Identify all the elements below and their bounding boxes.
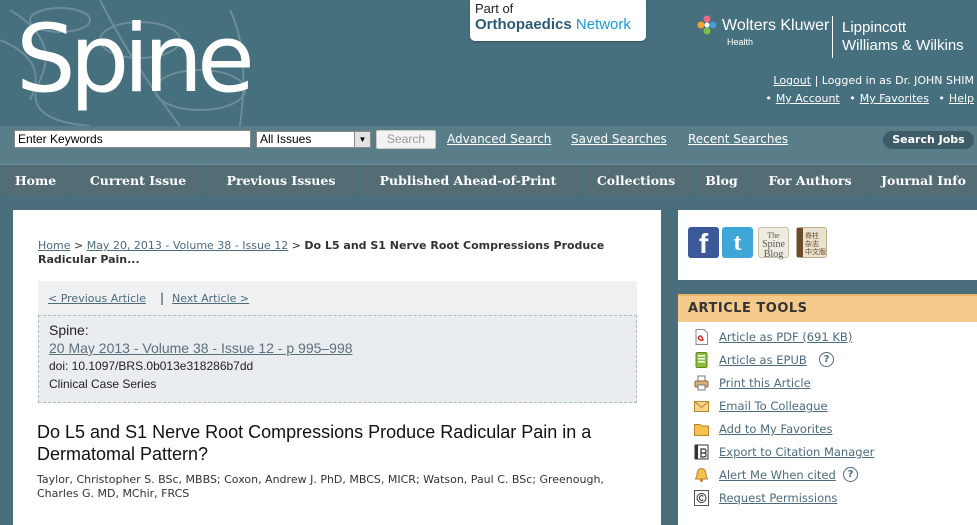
breadcrumb-issue-link[interactable]: May 20, 2013 - Volume 38 - Issue 12 <box>87 239 289 252</box>
main-nav: Home Current Issue Previous Issues Publi… <box>0 164 977 197</box>
tool-label[interactable]: Add to My Favorites <box>719 422 832 436</box>
keyword-search-input[interactable] <box>14 130 251 148</box>
nav-current-issue[interactable]: Current Issue <box>71 165 205 196</box>
chinese-line-2: 杂志 <box>805 240 819 248</box>
recent-searches-link[interactable]: Recent Searches <box>688 132 788 146</box>
tool-request-permissions[interactable]: Request Permissions <box>694 489 964 507</box>
tool-print[interactable]: Print this Article <box>694 374 964 392</box>
nav-published-ahead-of-print[interactable]: Published Ahead-of-Print <box>357 165 579 196</box>
breadcrumb-home-link[interactable]: Home <box>38 239 70 252</box>
bell-icon <box>694 467 709 482</box>
citation-journal: Spine: <box>49 322 89 338</box>
site-header: Spine Part of Orthopaedics Network Wolte… <box>0 0 977 126</box>
help-link[interactable]: Help <box>949 92 974 105</box>
wolters-kluwer-logo-icon <box>697 15 717 35</box>
article-title: Do L5 and S1 Nerve Root Compressions Pro… <box>37 422 592 464</box>
saved-searches-link[interactable]: Saved Searches <box>571 132 667 146</box>
bullet: • <box>938 92 945 105</box>
network-name: Orthopaedics Network <box>475 16 641 34</box>
network-name-bold: Orthopaedics <box>475 16 572 33</box>
tool-label[interactable]: Article as PDF (691 KB) <box>719 330 852 344</box>
network-name-light: Network <box>571 16 631 33</box>
spine-blog-icon[interactable]: The Spine Blog <box>758 227 789 260</box>
chinese-line-3: 中文版 <box>805 248 826 256</box>
breadcrumb-separator: > <box>73 239 84 252</box>
next-article-link[interactable]: Next Article > <box>172 292 249 305</box>
article-panel: Home > May 20, 2013 - Volume 38 - Issue … <box>13 210 661 525</box>
chinese-edition-label: 脊柱 杂志 中文版 <box>805 232 826 256</box>
breadcrumb-separator: > <box>291 239 301 252</box>
pager-divider: | <box>160 291 165 305</box>
logout-link[interactable]: Logout <box>773 74 811 87</box>
bullet: • <box>765 92 772 105</box>
article-pager: < Previous Article | Next Article > <box>38 281 637 315</box>
advanced-search-link[interactable]: Advanced Search <box>447 132 551 146</box>
chinese-edition-icon[interactable]: 脊柱 杂志 中文版 <box>796 227 827 258</box>
search-jobs-button[interactable]: Search Jobs <box>883 131 974 149</box>
article-tools-panel: ARTICLE TOOLS Article as PDF (691 KB) Ar… <box>678 294 977 525</box>
citation-issue-link[interactable]: 20 May 2013 - Volume 38 - Issue 12 - p 9… <box>49 340 353 356</box>
copyright-icon <box>694 490 709 506</box>
citation-doi: doi: 10.1097/BRS.0b013e318286b7dd <box>49 359 254 373</box>
breadcrumb: Home > May 20, 2013 - Volume 38 - Issue … <box>38 239 638 267</box>
nav-journal-info[interactable]: Journal Info <box>870 165 977 196</box>
bullet: • <box>849 92 856 105</box>
folder-icon <box>694 424 709 436</box>
email-icon <box>694 401 709 412</box>
article-authors: Taylor, Christopher S. BSc, MBBS; Coxon,… <box>37 473 604 500</box>
chinese-edition-spine <box>797 228 803 257</box>
tool-article-pdf[interactable]: Article as PDF (691 KB) <box>694 328 964 346</box>
chinese-line-1: 脊柱 <box>805 232 819 240</box>
publisher-divider <box>832 16 833 58</box>
search-bar: All Issues ▼ Search Advanced Search Save… <box>0 126 977 164</box>
tool-label[interactable]: Export to Citation Manager <box>719 445 874 459</box>
imprint-line-1: Lippincott <box>842 19 907 36</box>
chevron-down-icon[interactable]: ▼ <box>354 132 370 147</box>
my-favorites-link[interactable]: My Favorites <box>860 92 929 105</box>
publisher-name: Wolters Kluwer <box>722 17 830 34</box>
citation-article-type: Clinical Case Series <box>49 377 157 391</box>
tool-article-epub[interactable]: Article as EPUB ? <box>694 351 964 369</box>
twitter-icon[interactable]: t <box>722 227 753 258</box>
account-status: Logout | Logged in as Dr. JOHN SHIM <box>773 74 974 87</box>
tool-label[interactable]: Email To Colleague <box>719 399 828 413</box>
social-links-panel: f t The Spine Blog 脊柱 杂志 中文版 <box>678 210 977 280</box>
tool-export-citation[interactable]: Export to Citation Manager <box>694 443 964 461</box>
search-button[interactable]: Search <box>376 130 436 149</box>
facebook-icon[interactable]: f <box>688 227 719 259</box>
pdf-icon <box>695 329 708 345</box>
citation-box: Spine: 20 May 2013 - Volume 38 - Issue 1… <box>38 315 637 403</box>
nav-for-authors[interactable]: For Authors <box>752 165 868 196</box>
tool-alert-cited[interactable]: Alert Me When cited ? <box>694 466 964 484</box>
orthopaedics-network-badge[interactable]: Part of Orthopaedics Network <box>470 0 646 41</box>
tool-label[interactable]: Article as EPUB <box>719 353 807 367</box>
imprint-line-2: Williams & Wilkins <box>842 37 964 54</box>
issue-scope-value: All Issues <box>260 132 312 146</box>
tool-label[interactable]: Print this Article <box>719 376 811 390</box>
my-account-link[interactable]: My Account <box>776 92 840 105</box>
tool-email[interactable]: Email To Colleague <box>694 397 964 415</box>
tool-label[interactable]: Request Permissions <box>719 491 837 505</box>
nav-previous-issues[interactable]: Previous Issues <box>207 165 355 196</box>
epub-icon <box>695 352 708 368</box>
question-icon[interactable]: ? <box>819 352 834 367</box>
citation-icon <box>694 444 709 460</box>
nav-home[interactable]: Home <box>2 165 69 196</box>
journal-logo[interactable]: Spine <box>16 10 255 110</box>
network-part-of-label: Part of <box>475 1 514 16</box>
article-tools-header: ARTICLE TOOLS <box>678 294 977 322</box>
account-links: • My Account • My Favorites • Help <box>759 92 974 105</box>
logged-in-text: | Logged in as Dr. JOHN SHIM <box>814 74 974 87</box>
question-icon[interactable]: ? <box>843 467 858 482</box>
nav-blog[interactable]: Blog <box>693 165 750 196</box>
print-icon <box>694 375 709 391</box>
imprint-name: Lippincott Williams & Wilkins <box>842 19 964 55</box>
previous-article-link[interactable]: < Previous Article <box>48 292 146 305</box>
issue-scope-select[interactable]: All Issues ▼ <box>256 131 371 148</box>
tool-label[interactable]: Alert Me When cited <box>719 468 836 482</box>
nav-collections[interactable]: Collections <box>581 165 691 196</box>
publisher-sub: Health <box>727 37 754 47</box>
tool-add-favorites[interactable]: Add to My Favorites <box>694 420 964 438</box>
blog-line-3: Blog <box>763 249 784 260</box>
